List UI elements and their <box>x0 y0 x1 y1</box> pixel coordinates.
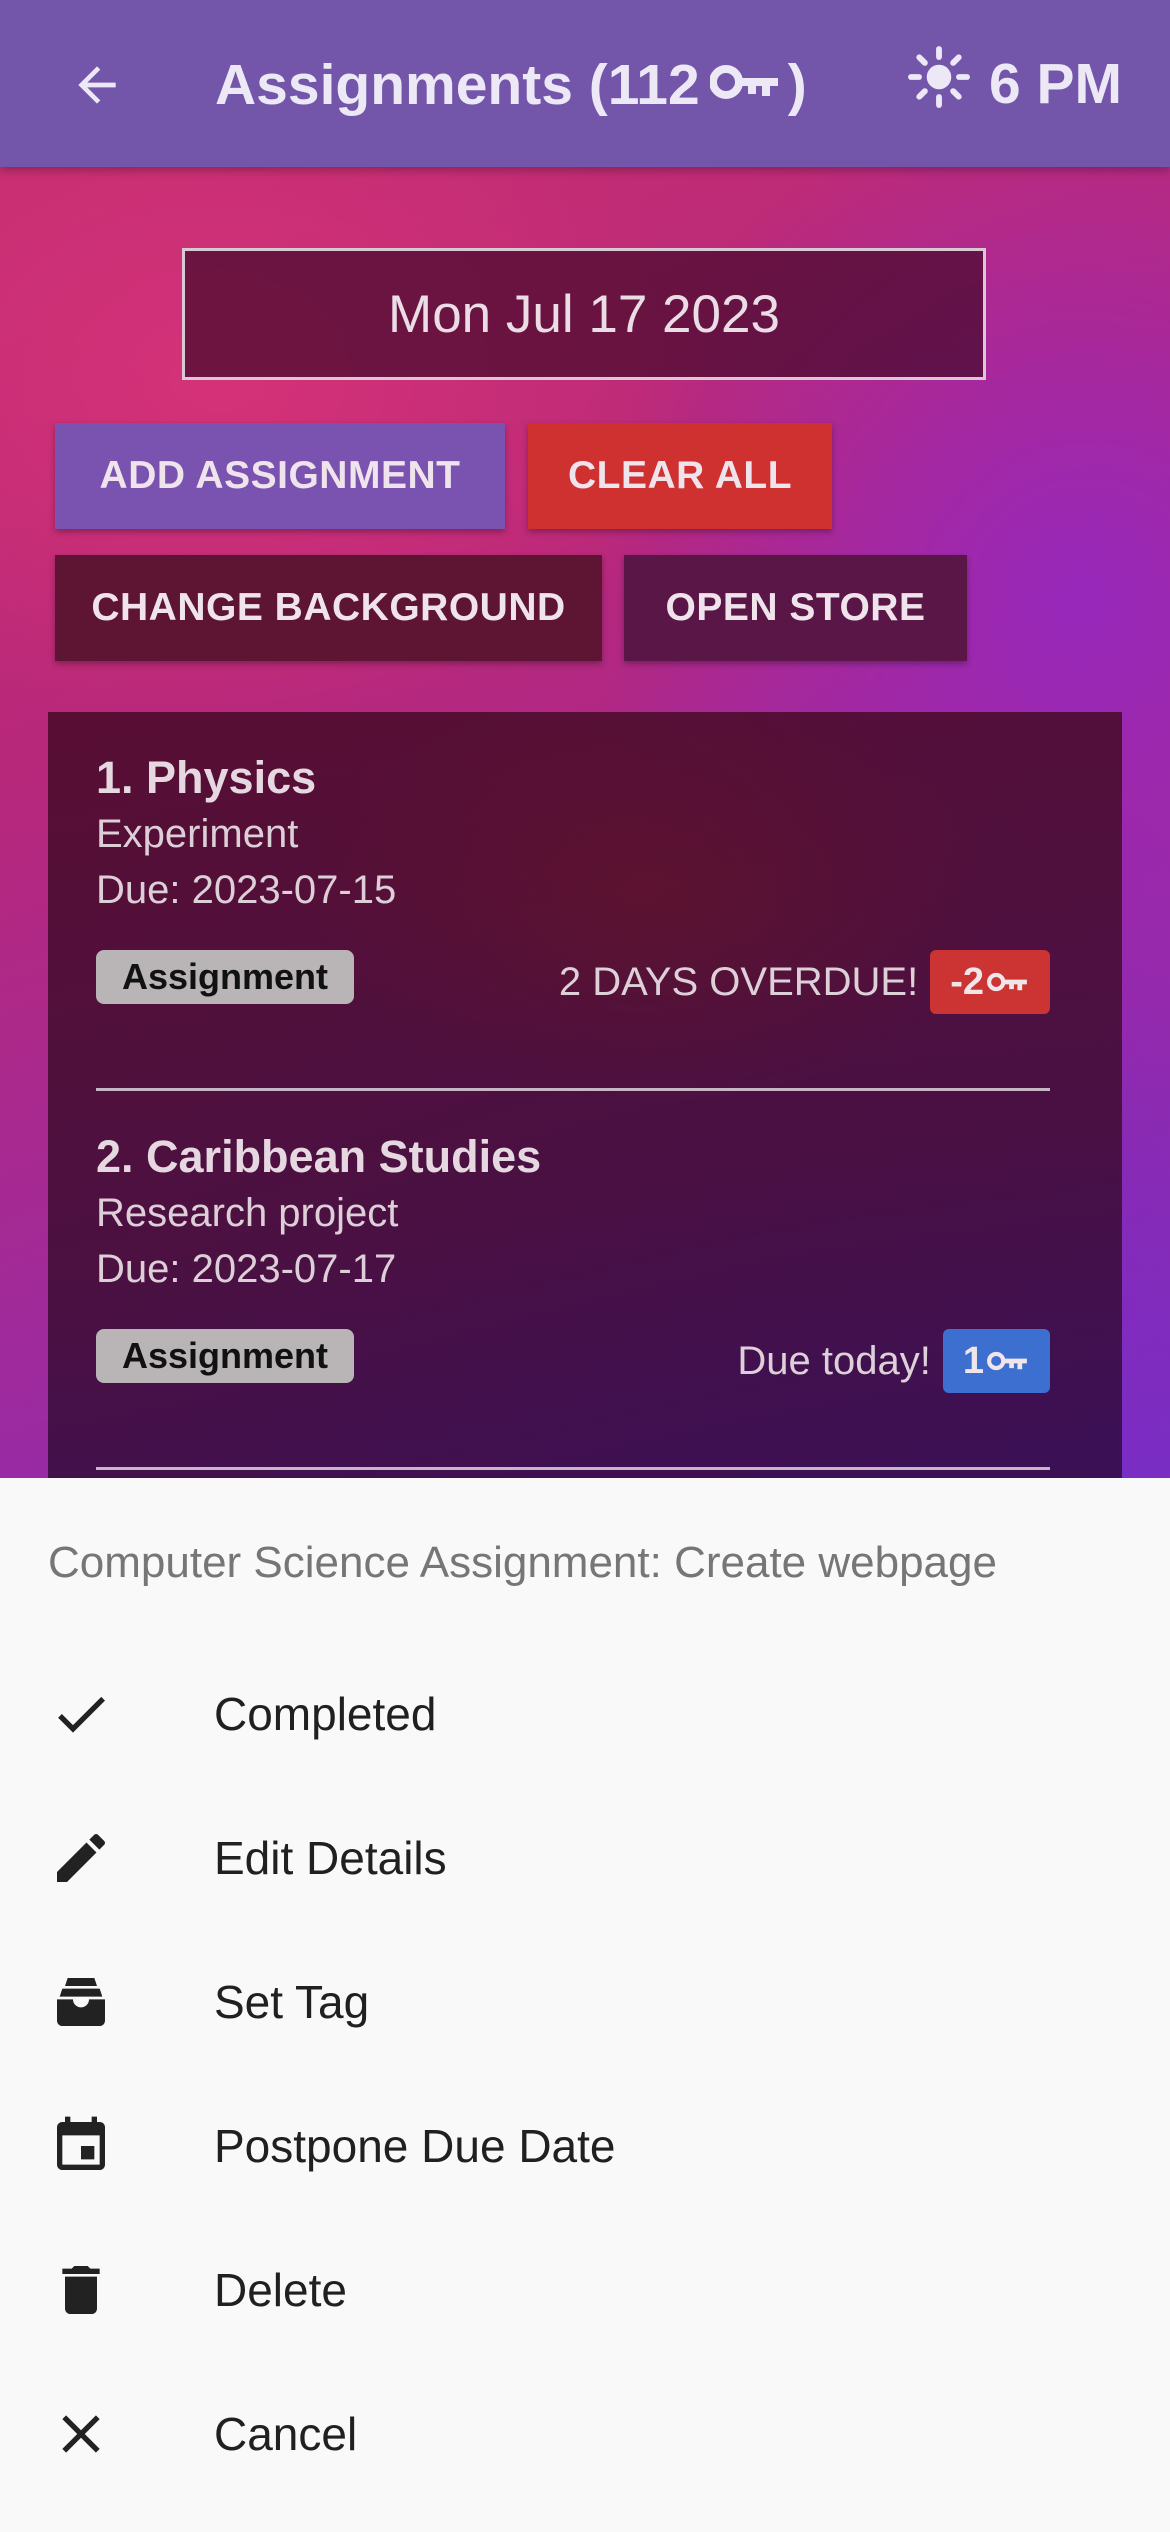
assignment-list: 1. Physics Experiment Due: 2023-07-15 As… <box>48 712 1122 1478</box>
assignment-status: Due today! 1 <box>737 1329 1050 1393</box>
assignment-card[interactable]: 2. Caribbean Studies Research project Du… <box>48 1091 1122 1470</box>
assignment-tag: Assignment <box>96 1329 354 1383</box>
menu-item-set-tag[interactable]: Set Tag <box>0 1930 1170 2074</box>
app-bar: Assignments (112 ) 6 PM <box>0 0 1170 167</box>
page-title-text: Assignments (112 <box>215 53 700 117</box>
key-icon <box>708 52 782 118</box>
divider <box>96 1467 1050 1470</box>
menu-item-delete[interactable]: Delete <box>0 2218 1170 2362</box>
assignment-due-date: Due: 2023-07-15 <box>96 868 397 912</box>
menu-item-cancel[interactable]: Cancel <box>0 2362 1170 2506</box>
menu-item-label: Set Tag <box>214 1976 370 2028</box>
open-store-button[interactable]: OPEN STORE <box>624 555 967 661</box>
menu-item-edit-details[interactable]: Edit Details <box>0 1786 1170 1930</box>
weather-indicator: 6 PM <box>907 45 1122 123</box>
key-badge: -2 <box>930 950 1050 1014</box>
sheet-title: Computer Science Assignment: Create webp… <box>48 1538 997 1587</box>
status-text: Due today! <box>737 1338 931 1383</box>
add-assignment-button[interactable]: ADD ASSIGNMENT <box>55 423 505 529</box>
key-count: -2 <box>950 960 984 1003</box>
change-background-button[interactable]: CHANGE BACKGROUND <box>55 555 602 661</box>
arrow-left-icon <box>78 66 116 104</box>
assignment-card[interactable]: 1. Physics Experiment Due: 2023-07-15 As… <box>48 712 1122 1091</box>
menu-item-label: Delete <box>214 2264 347 2316</box>
key-count: 1 <box>962 1339 984 1382</box>
sun-icon <box>907 45 971 123</box>
assignment-status: 2 DAYS OVERDUE! -2 <box>559 950 1050 1014</box>
menu-item-completed[interactable]: Completed <box>0 1642 1170 1786</box>
check-icon <box>40 1682 122 1746</box>
menu-item-postpone[interactable]: Postpone Due Date <box>0 2074 1170 2218</box>
assignment-tag: Assignment <box>96 950 354 1004</box>
menu-item-label: Postpone Due Date <box>214 2120 616 2172</box>
clear-all-button[interactable]: CLEAR ALL <box>528 423 832 529</box>
page-title: Assignments (112 ) <box>215 52 807 118</box>
key-icon <box>987 972 1027 992</box>
pencil-icon <box>40 1826 122 1890</box>
assignment-name: 2. Caribbean Studies <box>96 1131 542 1182</box>
menu-item-label: Completed <box>214 1688 437 1740</box>
menu-item-label: Cancel <box>214 2408 358 2460</box>
bottom-sheet: Computer Science Assignment: Create webp… <box>0 1478 1170 2532</box>
key-icon <box>987 1351 1027 1371</box>
status-text: 2 DAYS OVERDUE! <box>558 959 919 1004</box>
assignment-description: Experiment <box>96 812 299 856</box>
assignment-due-date: Due: 2023-07-17 <box>96 1247 397 1291</box>
assignment-name: 1. Physics <box>96 752 317 803</box>
page-title-suffix: ) <box>787 53 807 117</box>
trash-icon <box>40 2258 122 2322</box>
assignment-description: Research project <box>96 1191 399 1235</box>
close-icon <box>40 2402 122 2466</box>
menu-item-label: Edit Details <box>214 1832 447 1884</box>
date-selector[interactable]: Mon Jul 17 2023 <box>182 248 986 380</box>
back-button[interactable] <box>62 50 132 120</box>
weather-time: 6 PM <box>988 52 1122 116</box>
inbox-tray-icon <box>40 1970 122 2034</box>
calendar-icon <box>40 2114 122 2178</box>
key-badge: 1 <box>942 1329 1050 1393</box>
